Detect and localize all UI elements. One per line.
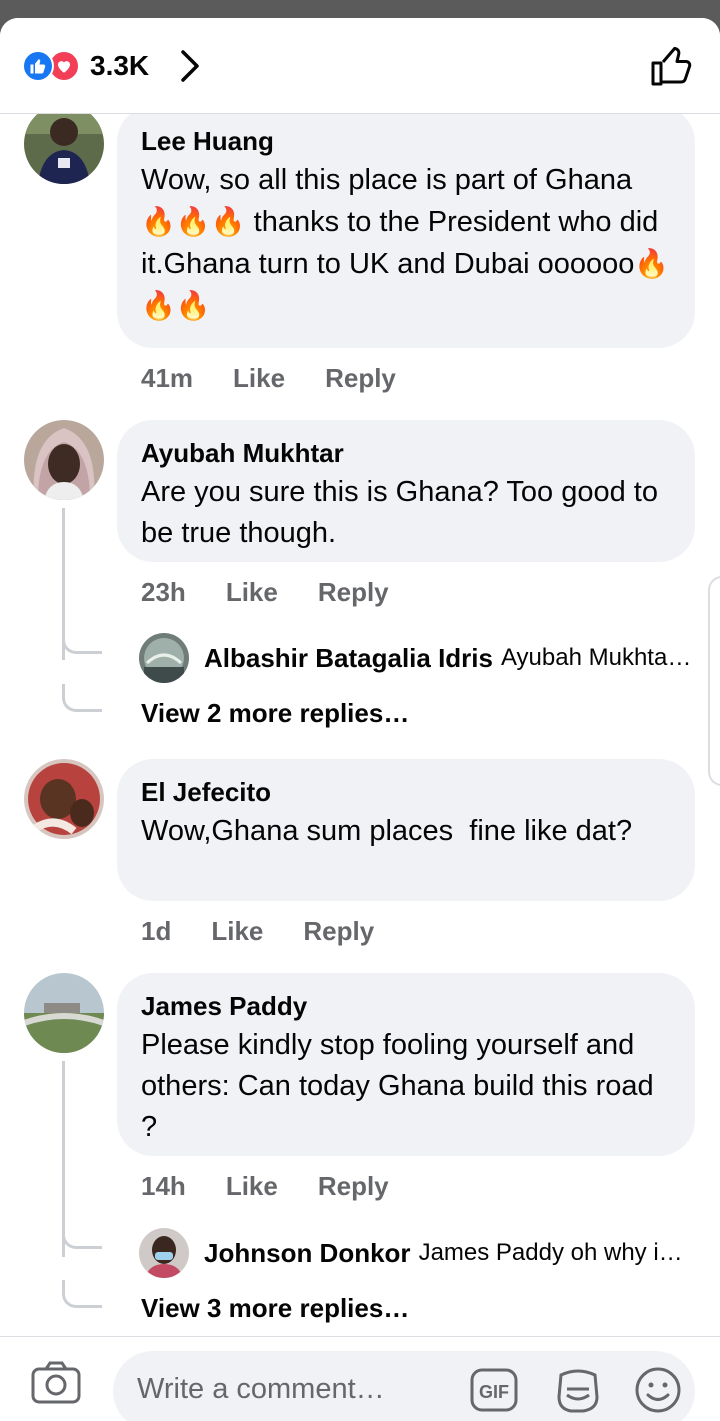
comment-text: Wow, so all this place is part of Ghana … — [141, 164, 670, 321]
reply-link[interactable]: Reply — [325, 363, 396, 394]
chevron-right-icon[interactable] — [178, 48, 202, 84]
reply-snippet: Ayubah Mukhtar… — [500, 644, 699, 671]
comment-bubble[interactable]: Ayubah Mukhtar Are you sure this is Ghan… — [117, 420, 695, 562]
like-link[interactable]: Like — [226, 577, 278, 608]
thread-curve — [62, 1221, 102, 1249]
comment-time: 14h — [141, 1171, 186, 1201]
comment-text: Please kindly stop fooling yourself and … — [141, 1029, 654, 1143]
comment-time: 1d — [141, 916, 172, 946]
comment-actions: 14h Like Reply — [141, 1171, 429, 1202]
svg-text:GIF: GIF — [479, 1382, 509, 1402]
avatar-ayubah-mukhtar[interactable] — [24, 420, 104, 500]
like-link[interactable]: Like — [211, 916, 263, 947]
comment-actions: 23h Like Reply — [141, 577, 429, 608]
reactions-header: 3.3K — [0, 18, 720, 114]
comment-text: Wow,Ghana sum places fine like dat? — [141, 815, 633, 847]
like-link[interactable]: Like — [226, 1171, 278, 1202]
avatar-albashir — [139, 633, 189, 683]
reply-author[interactable]: Albashir Batagalia Idris — [204, 643, 493, 674]
thread-curve — [62, 684, 102, 712]
side-handle[interactable] — [708, 576, 720, 786]
comment-actions: 41m Like Reply — [141, 363, 436, 394]
camera-icon[interactable] — [30, 1359, 82, 1405]
view-more-replies[interactable]: View 3 more replies… — [141, 1293, 409, 1324]
emoji-icon[interactable] — [633, 1365, 683, 1415]
fire-emoji: 🔥🔥🔥 — [141, 206, 246, 237]
comment-bubble[interactable]: El Jefecito Wow,Ghana sum places fine li… — [117, 759, 695, 901]
gif-icon[interactable]: GIF — [469, 1365, 519, 1415]
like-thumb-icon[interactable] — [650, 44, 694, 88]
reply-preview[interactable]: Albashir Batagalia Idris Ayubah Mukhtar… — [139, 633, 699, 683]
comment-author[interactable]: James Paddy — [141, 991, 671, 1021]
avatar-james-paddy[interactable] — [24, 973, 104, 1053]
view-more-replies[interactable]: View 2 more replies… — [141, 698, 409, 729]
avatar-johnson-donkor — [139, 1228, 189, 1278]
reply-link[interactable]: Reply — [318, 577, 389, 608]
like-link[interactable]: Like — [233, 363, 285, 394]
reaction-count: 3.3K — [90, 50, 150, 81]
reply-snippet: James Paddy oh why i… — [418, 1239, 683, 1266]
comment-time: 41m — [141, 363, 194, 393]
sticker-icon[interactable] — [553, 1365, 603, 1415]
reactions-summary[interactable]: 3.3K — [22, 50, 149, 82]
like-reaction-icon — [22, 50, 54, 82]
reply-preview[interactable]: Johnson Donkor James Paddy oh why i… — [139, 1228, 699, 1278]
comment-author[interactable]: El Jefecito — [141, 777, 671, 807]
reply-link[interactable]: Reply — [318, 1171, 389, 1202]
comment-time: 23h — [141, 577, 186, 607]
avatar-el-jefecito[interactable] — [24, 759, 104, 839]
thread-curve — [62, 626, 102, 654]
comment-bubble[interactable]: James Paddy Please kindly stop fooling y… — [117, 973, 695, 1156]
comment-text: Are you sure this is Ghana? Too good to … — [141, 476, 658, 549]
comments-sheet: 3.3K Lee Huang Wow, so all this place is… — [0, 18, 720, 1421]
avatar-lee-huang[interactable] — [24, 114, 104, 184]
comment-author[interactable]: Lee Huang — [141, 126, 671, 156]
comment-bubble[interactable]: Lee Huang Wow, so all this place is part… — [117, 114, 695, 348]
reply-author[interactable]: Johnson Donkor — [204, 1238, 411, 1269]
comment-input[interactable]: Write a comment… GIF — [113, 1351, 695, 1421]
comment-composer: Write a comment… GIF — [0, 1336, 720, 1421]
thread-curve — [62, 1280, 102, 1308]
comments-list: Lee Huang Wow, so all this place is part… — [0, 114, 720, 1336]
comment-actions: 1d Like Reply — [141, 916, 414, 947]
reply-link[interactable]: Reply — [303, 916, 374, 947]
comment-placeholder: Write a comment… — [137, 1373, 385, 1405]
comment-author[interactable]: Ayubah Mukhtar — [141, 438, 671, 468]
